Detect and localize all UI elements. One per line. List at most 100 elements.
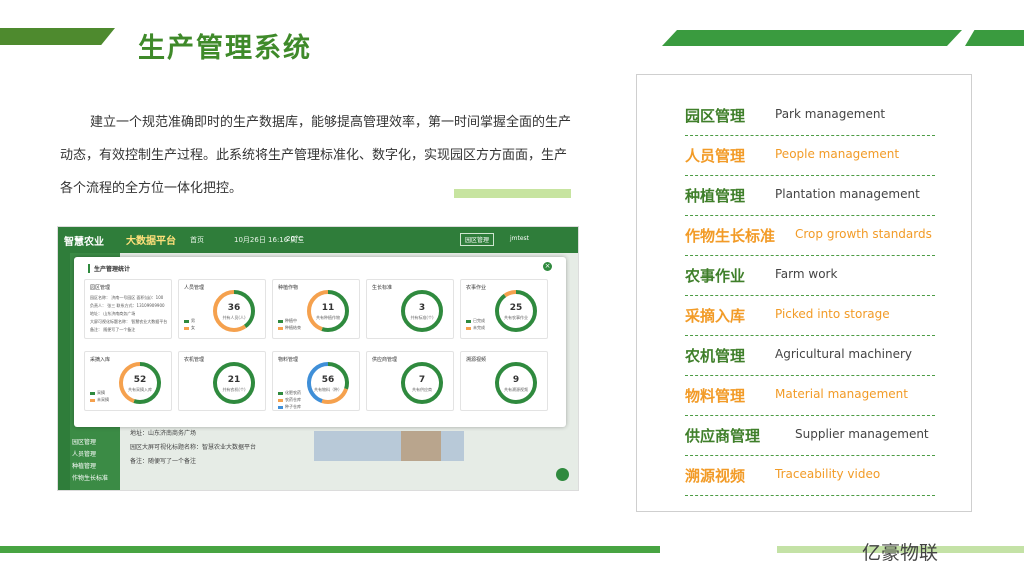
legend-item: 种子仓库 (278, 404, 301, 410)
app-platform-title: 大数据平台 (126, 236, 176, 247)
legend-swatch (278, 405, 283, 409)
feature-en-label: Supplier management (795, 427, 929, 441)
feature-en-label: Material management (775, 387, 908, 401)
feature-zh-label: 农机管理 (685, 347, 746, 365)
sidebar-item[interactable]: 种植管理 (72, 461, 96, 470)
map-plot (401, 431, 441, 461)
sidebar-item[interactable]: 园区管理 (72, 437, 96, 446)
card-title: 种植作物 (278, 285, 299, 291)
top-right-decor-bar-small (965, 30, 1024, 46)
card-title: 人员管理 (184, 285, 205, 291)
card-title: 供应商管理 (372, 357, 398, 363)
feature-list-item: 供应商管理 Supplier management (685, 415, 935, 456)
feature-zh-label: 农事作业 (685, 267, 746, 285)
user-menu[interactable]: jmtest (510, 235, 529, 242)
legend-item: 种植中 (278, 318, 297, 324)
legend-label: 已完成 (473, 318, 485, 323)
card-title: 溯源视频 (466, 357, 487, 363)
map-plot (314, 431, 464, 461)
park-card[interactable]: 园区管理 园区名称： 济南一号园区 面积(亩)：100 负责人： 张三 联系方式… (84, 279, 172, 339)
card-value: 56 (321, 375, 335, 385)
stat-card[interactable]: 物料管理 56 共有物料（种） 化肥农药 农药仓库 种子仓库 (272, 351, 360, 411)
legend-item: 化肥农药 (278, 390, 301, 396)
legend-swatch (184, 319, 189, 323)
legend-swatch (278, 398, 283, 402)
park-line: 备注： 随便写了一个备注 (90, 327, 136, 332)
legend-swatch (90, 398, 95, 402)
card-subtitle: 共有供应商 (412, 387, 432, 392)
legend-item: 种植结束 (278, 325, 301, 331)
feature-zh-label: 作物生长标准 (685, 227, 776, 245)
card-subtitle: 共有溯源视频 (504, 387, 528, 392)
stat-card[interactable]: 供应商管理 7 共有供应商 (366, 351, 454, 411)
app-screenshot: 智慧农业 大数据平台 首页 10月26日 16:16 周三 20°C 园区管理 … (57, 226, 579, 491)
feature-en-label: Plantation management (775, 187, 920, 201)
park-line: 大屏可视化标题名称： 智慧农业大数据平台 (90, 319, 168, 324)
card-subtitle: 共有农机(个) (222, 387, 246, 392)
feature-list-item: 农机管理 Agricultural machinery (685, 335, 935, 376)
app-header: 智慧农业 大数据平台 首页 10月26日 16:16 周三 20°C 园区管理 … (58, 227, 578, 253)
stat-card[interactable]: 种植作物 11 共有种植作物 种植中 种植结束 (272, 279, 360, 339)
card-title: 园区管理 (90, 285, 111, 291)
card-value: 7 (418, 375, 426, 385)
app-weather: 20°C (286, 235, 304, 243)
feature-zh-label: 溯源视频 (685, 467, 746, 485)
page-title: 生产管理系统 (138, 33, 312, 64)
feature-zh-label: 供应商管理 (685, 427, 761, 445)
park-line: 地址： 山东济南商务广场 (90, 311, 136, 316)
stat-card[interactable]: 农事作业 25 共有农事作业 已完成 未完成 (460, 279, 548, 339)
legend-swatch (278, 326, 283, 330)
card-title: 物料管理 (278, 357, 299, 363)
stat-card[interactable]: 生长标准 3 共有标准(个) (366, 279, 454, 339)
bottom-decor-bar (0, 546, 660, 553)
info-line: 园区大屏可视化标题名称：智慧农业大数据平台 (130, 444, 257, 451)
card-title: 生长标准 (372, 285, 393, 291)
app-icon-sidebar (58, 253, 70, 490)
feature-list-item: 种植管理 Plantation management (685, 175, 935, 216)
legend-item: 未采摘 (90, 397, 109, 403)
legend-label: 种植结束 (285, 325, 301, 330)
park-info: 地址：山东济南商务广场 园区大屏可视化标题名称：智慧农业大数据平台 备注：随便写… (130, 427, 256, 469)
stat-card[interactable]: 人员管理 36 共有人员(人) 男女 (178, 279, 266, 339)
legend-label: 种子仓库 (285, 404, 301, 409)
modal-title: 生产管理统计 (88, 264, 130, 273)
card-value: 21 (227, 375, 241, 385)
info-line: 地址：山东济南商务广场 (130, 430, 197, 437)
feature-zh-label: 园区管理 (685, 107, 746, 125)
card-value: 52 (133, 375, 147, 385)
legend-swatch (278, 319, 283, 323)
legend-label: 女 (191, 325, 195, 330)
legend-item: 已完成 (466, 318, 485, 324)
home-link[interactable]: 首页 (190, 235, 204, 245)
clock-icon[interactable] (556, 468, 569, 481)
close-icon[interactable]: × (543, 262, 552, 271)
intro-decor-bar (454, 189, 571, 198)
card-subtitle: 共有采摘入库 (128, 387, 152, 392)
legend-swatch (90, 391, 95, 395)
stat-card[interactable]: 溯源视频 9 共有溯源视频 (460, 351, 548, 411)
feature-list-item: 农事作业 Farm work (685, 255, 935, 296)
feature-list-item: 园区管理 Park management (685, 95, 935, 136)
feature-zh-label: 种植管理 (685, 187, 746, 205)
sidebar-item[interactable]: 作物生长标准 (72, 473, 108, 482)
legend-item: 未完成 (466, 325, 485, 331)
feature-list-item: 物料管理 Material management (685, 375, 935, 416)
stat-card[interactable]: 采摘入库 52 共有采摘入库采摘未采摘 (84, 351, 172, 411)
card-subtitle: 共有种植作物 (316, 315, 340, 320)
card-value: 9 (512, 375, 520, 385)
top-left-decor-bar (0, 28, 115, 45)
legend-label: 化肥农药 (285, 390, 301, 395)
feature-en-label: Agricultural machinery (775, 347, 912, 361)
feature-en-label: Park management (775, 107, 886, 121)
legend-item: 采摘 (90, 390, 105, 396)
legend-swatch (466, 319, 471, 323)
info-line: 备注：随便写了一个备注 (130, 458, 197, 465)
card-title: 采摘入库 (90, 357, 111, 363)
brand-name: 亿豪物联 (862, 542, 939, 564)
feature-zh-label: 采摘入库 (685, 307, 746, 325)
feature-list-item: 人员管理 People management (685, 135, 935, 176)
legend-label: 采摘 (97, 390, 105, 395)
park-management-button[interactable]: 园区管理 (460, 233, 495, 246)
stat-card[interactable]: 农机管理 21 共有农机(个) (178, 351, 266, 411)
sidebar-item[interactable]: 人员管理 (72, 449, 96, 458)
